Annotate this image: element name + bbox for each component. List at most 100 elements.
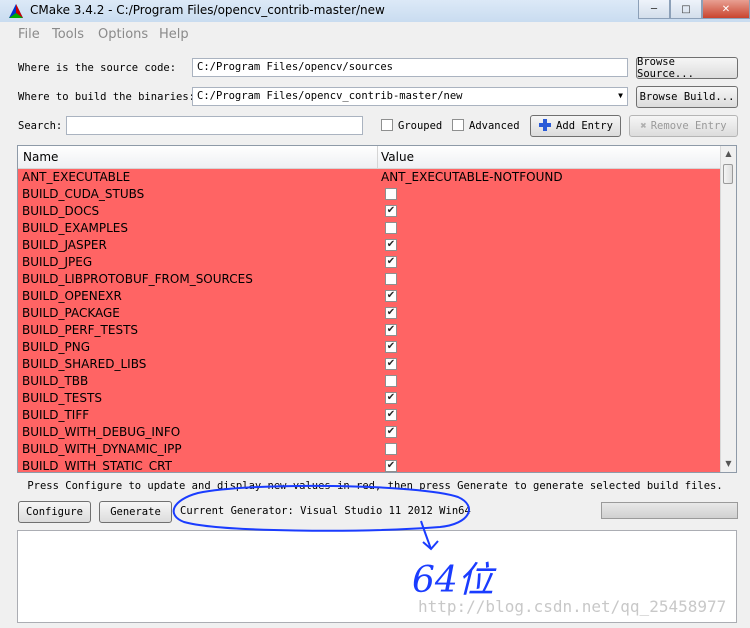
table-row[interactable]: ANT_EXECUTABLE ANT_EXECUTABLE-NOTFOUND — [18, 169, 721, 186]
table-row[interactable]: BUILD_PERF_TESTS ✔ — [18, 322, 721, 339]
browse-source-button[interactable]: Browse Source... — [636, 56, 738, 80]
table-row[interactable]: BUILD_EXAMPLES — [18, 220, 721, 237]
column-divider[interactable] — [377, 146, 378, 168]
cell-name: BUILD_JASPER — [22, 238, 107, 252]
source-input[interactable]: C:/Program Files/opencv/sources — [192, 58, 628, 77]
value-checkbox[interactable] — [385, 188, 397, 200]
scroll-down-arrow-icon[interactable]: ▼ — [721, 456, 736, 472]
cmake-logo-icon — [8, 3, 24, 22]
build-label: Where to build the binaries: — [18, 91, 196, 103]
vertical-scrollbar[interactable]: ▲ ▼ — [720, 146, 736, 472]
cell-name: BUILD_LIBPROTOBUF_FROM_SOURCES — [22, 272, 253, 286]
table-row[interactable]: BUILD_OPENEXR ✔ — [18, 288, 721, 305]
cell-value[interactable]: ANT_EXECUTABLE-NOTFOUND — [381, 170, 563, 184]
generate-button[interactable]: Generate — [99, 501, 172, 523]
value-checkbox[interactable]: ✔ — [385, 324, 397, 336]
cell-name: BUILD_PNG — [22, 340, 90, 354]
add-entry-button[interactable]: Add Entry — [530, 115, 621, 137]
add-entry-label: Add Entry — [556, 120, 613, 132]
cache-table: Name Value ANT_EXECUTABLE ANT_EXECUTABLE-… — [17, 145, 737, 473]
minimize-icon: ─ — [650, 3, 658, 15]
grouped-label: Grouped — [398, 120, 443, 132]
browse-build-button[interactable]: Browse Build... — [636, 86, 738, 108]
maximize-icon: □ — [681, 3, 691, 15]
value-checkbox[interactable] — [385, 375, 397, 387]
cell-name: ANT_EXECUTABLE — [22, 170, 131, 184]
search-input[interactable] — [66, 116, 363, 135]
menu-file[interactable]: File — [18, 27, 40, 42]
table-row[interactable]: BUILD_TBB — [18, 373, 721, 390]
menu-help[interactable]: Help — [159, 27, 189, 42]
value-checkbox[interactable]: ✔ — [385, 358, 397, 370]
cell-name: BUILD_PERF_TESTS — [22, 323, 139, 337]
cell-name: BUILD_WITH_DYNAMIC_IPP — [22, 442, 182, 456]
column-header-value[interactable]: Value — [381, 150, 414, 164]
menu-tools[interactable]: Tools — [52, 27, 84, 42]
hint-text: Press Configure to update and display ne… — [27, 480, 723, 492]
maximize-button[interactable]: □ — [670, 0, 702, 19]
value-checkbox[interactable]: ✔ — [385, 290, 397, 302]
configure-button[interactable]: Configure — [18, 501, 91, 523]
remove-entry-button[interactable]: ✖ Remove Entry — [629, 115, 738, 137]
value-checkbox[interactable]: ✔ — [385, 256, 397, 268]
close-icon: ✕ — [721, 3, 731, 15]
cell-name: BUILD_JPEG — [22, 255, 93, 269]
table-row[interactable]: BUILD_WITH_DYNAMIC_IPP — [18, 441, 721, 458]
watermark-text: http://blog.csdn.net/qq_25458977 — [418, 597, 727, 616]
close-button[interactable]: ✕ — [702, 0, 750, 19]
table-row[interactable]: BUILD_JPEG ✔ — [18, 254, 721, 271]
title-bar: CMake 3.4.2 - C:/Program Files/opencv_co… — [0, 0, 750, 22]
advanced-label: Advanced — [469, 120, 520, 132]
plus-icon — [538, 118, 552, 135]
cell-name: BUILD_CUDA_STUBS — [22, 187, 145, 201]
cell-name: BUILD_WITH_STATIC_CRT — [22, 459, 172, 473]
value-checkbox[interactable]: ✔ — [385, 460, 397, 472]
search-label: Search: — [18, 120, 63, 132]
build-combobox[interactable]: C:/Program Files/opencv_contrib-master/n… — [192, 87, 628, 106]
grouped-checkbox[interactable] — [381, 119, 393, 131]
cell-name: BUILD_SHARED_LIBS — [22, 357, 147, 371]
table-row[interactable]: BUILD_CUDA_STUBS — [18, 186, 721, 203]
value-checkbox[interactable]: ✔ — [385, 392, 397, 404]
table-row[interactable]: BUILD_PACKAGE ✔ — [18, 305, 721, 322]
value-checkbox[interactable]: ✔ — [385, 426, 397, 438]
cell-name: BUILD_PACKAGE — [22, 306, 120, 320]
cell-name: BUILD_OPENEXR — [22, 289, 122, 303]
cell-name: BUILD_DOCS — [22, 204, 100, 218]
table-row[interactable]: BUILD_SHARED_LIBS ✔ — [18, 356, 721, 373]
value-checkbox[interactable]: ✔ — [385, 239, 397, 251]
table-rows: ANT_EXECUTABLE ANT_EXECUTABLE-NOTFOUND BUI… — [18, 169, 721, 473]
table-row[interactable]: BUILD_JASPER ✔ — [18, 237, 721, 254]
table-row[interactable]: BUILD_TESTS ✔ — [18, 390, 721, 407]
cell-name: BUILD_TBB — [22, 374, 89, 388]
table-row[interactable]: BUILD_WITH_STATIC_CRT ✔ — [18, 458, 721, 473]
current-generator-label: Current Generator: Visual Studio 11 2012… — [180, 505, 471, 517]
value-checkbox[interactable]: ✔ — [385, 205, 397, 217]
scroll-up-arrow-icon[interactable]: ▲ — [721, 146, 736, 162]
dropdown-arrow-icon[interactable]: ▼ — [618, 91, 623, 100]
table-row[interactable]: BUILD_DOCS ✔ — [18, 203, 721, 220]
table-row[interactable]: BUILD_LIBPROTOBUF_FROM_SOURCES — [18, 271, 721, 288]
value-checkbox[interactable]: ✔ — [385, 307, 397, 319]
table-row[interactable]: BUILD_PNG ✔ — [18, 339, 721, 356]
remove-x-icon: ✖ — [640, 120, 647, 132]
advanced-checkbox[interactable] — [452, 119, 464, 131]
cell-name: BUILD_EXAMPLES — [22, 221, 128, 235]
table-row[interactable]: BUILD_TIFF ✔ — [18, 407, 721, 424]
value-checkbox[interactable]: ✔ — [385, 341, 397, 353]
value-checkbox[interactable] — [385, 273, 397, 285]
value-checkbox[interactable] — [385, 443, 397, 455]
column-header-name[interactable]: Name — [23, 150, 58, 164]
cell-name: BUILD_WITH_DEBUG_INFO — [22, 425, 181, 439]
cell-name: BUILD_TESTS — [22, 391, 102, 405]
menu-options[interactable]: Options — [98, 27, 148, 42]
minimize-button[interactable]: ─ — [638, 0, 670, 19]
scrollbar-thumb[interactable] — [723, 164, 733, 184]
table-row[interactable]: BUILD_WITH_DEBUG_INFO ✔ — [18, 424, 721, 441]
menu-bar: File Tools Options Help — [0, 24, 750, 44]
value-checkbox[interactable]: ✔ — [385, 409, 397, 421]
build-path-value: C:/Program Files/opencv_contrib-master/n… — [197, 90, 463, 102]
value-checkbox[interactable] — [385, 222, 397, 234]
table-header: Name Value — [18, 146, 721, 169]
remove-entry-label: Remove Entry — [650, 120, 727, 132]
